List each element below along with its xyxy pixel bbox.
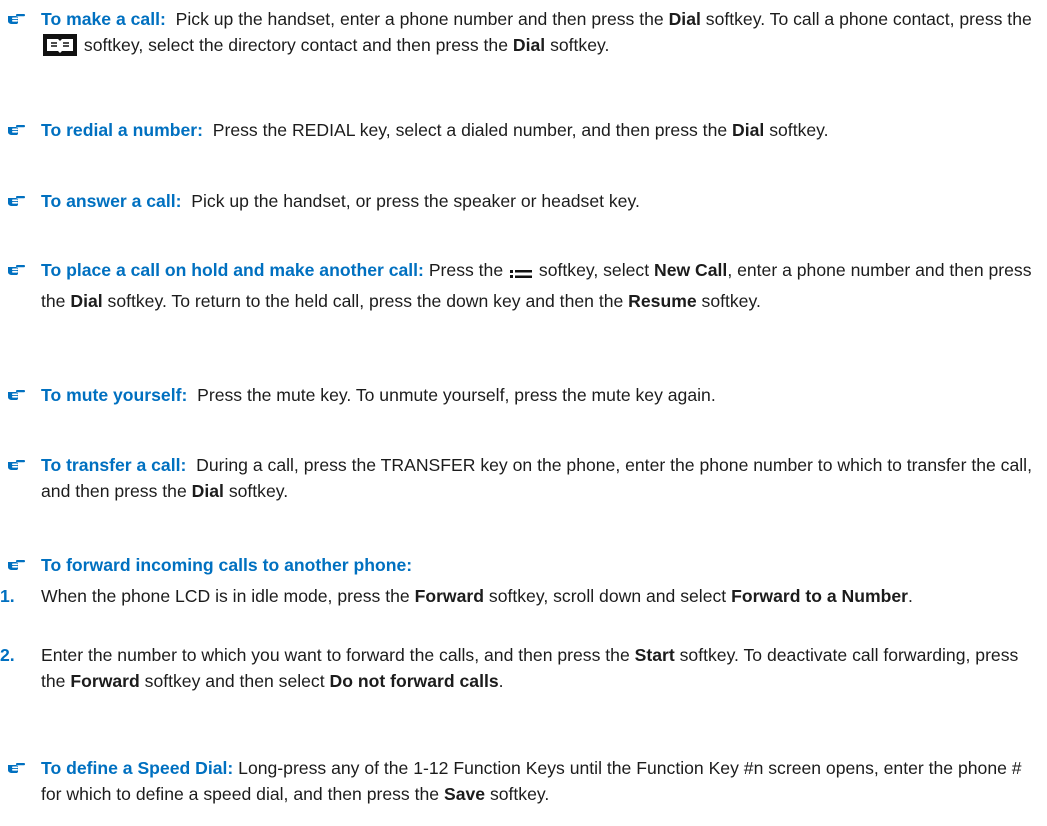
instruction-heading: To answer a call: (41, 191, 182, 211)
instruction-text: To redial a number: Press the REDIAL key… (41, 120, 829, 140)
instruction-heading: To transfer a call: (41, 455, 187, 475)
instruction-redial: To redial a number: Press the REDIAL key… (0, 117, 1040, 143)
instruction-heading: To mute yourself: (41, 385, 188, 405)
pointing-hand-icon (7, 6, 37, 32)
instruction-mute: To mute yourself: Press the mute key. To… (0, 382, 1040, 408)
step-number: 1. (0, 586, 15, 606)
pointing-hand-icon (7, 382, 37, 408)
forward-step-2: 2. Enter the number to which you want to… (0, 642, 1040, 694)
instruction-hold: To place a call on hold and make another… (0, 257, 1040, 314)
instruction-speed-dial: To define a Speed Dial: Long-press any o… (0, 755, 1040, 807)
instruction-heading: To define a Speed Dial: (41, 758, 234, 778)
pointing-hand-icon (7, 452, 37, 478)
instruction-heading: To place a call on hold and make another… (41, 260, 424, 280)
step-number: 2. (0, 645, 15, 665)
instruction-heading: To forward incoming calls to another pho… (41, 555, 413, 575)
pointing-hand-icon (7, 755, 37, 781)
instruction-heading: To make a call: (41, 9, 166, 29)
instruction-text: To define a Speed Dial: Long-press any o… (41, 758, 1022, 804)
directory-softkey-icon (43, 34, 77, 63)
pointing-hand-icon (7, 188, 37, 214)
instruction-make-call: To make a call: Pick up the handset, ent… (0, 6, 1040, 63)
pointing-hand-icon (7, 117, 37, 143)
instruction-text: To forward incoming calls to another pho… (41, 552, 1040, 578)
instruction-heading: To redial a number: (41, 120, 203, 140)
pointing-hand-icon (7, 257, 37, 283)
pointing-hand-icon (7, 552, 37, 578)
instruction-answer: To answer a call: Pick up the handset, o… (0, 188, 1040, 214)
instruction-text: To place a call on hold and make another… (41, 260, 1032, 311)
step-text: Enter the number to which you want to fo… (41, 645, 1019, 691)
instruction-forward: To forward incoming calls to another pho… (0, 552, 1040, 578)
instruction-text: To mute yourself: Press the mute key. To… (41, 385, 716, 405)
instruction-text: To transfer a call: During a call, press… (41, 455, 1032, 501)
step-text: When the phone LCD is in idle mode, pres… (41, 586, 913, 606)
instruction-text: To make a call: Pick up the handset, ent… (41, 6, 1040, 63)
menu-list-icon (510, 262, 533, 288)
forward-step-1: 1. When the phone LCD is in idle mode, p… (0, 583, 1040, 609)
instruction-transfer: To transfer a call: During a call, press… (0, 452, 1040, 504)
instruction-text: To answer a call: Pick up the handset, o… (41, 191, 640, 211)
